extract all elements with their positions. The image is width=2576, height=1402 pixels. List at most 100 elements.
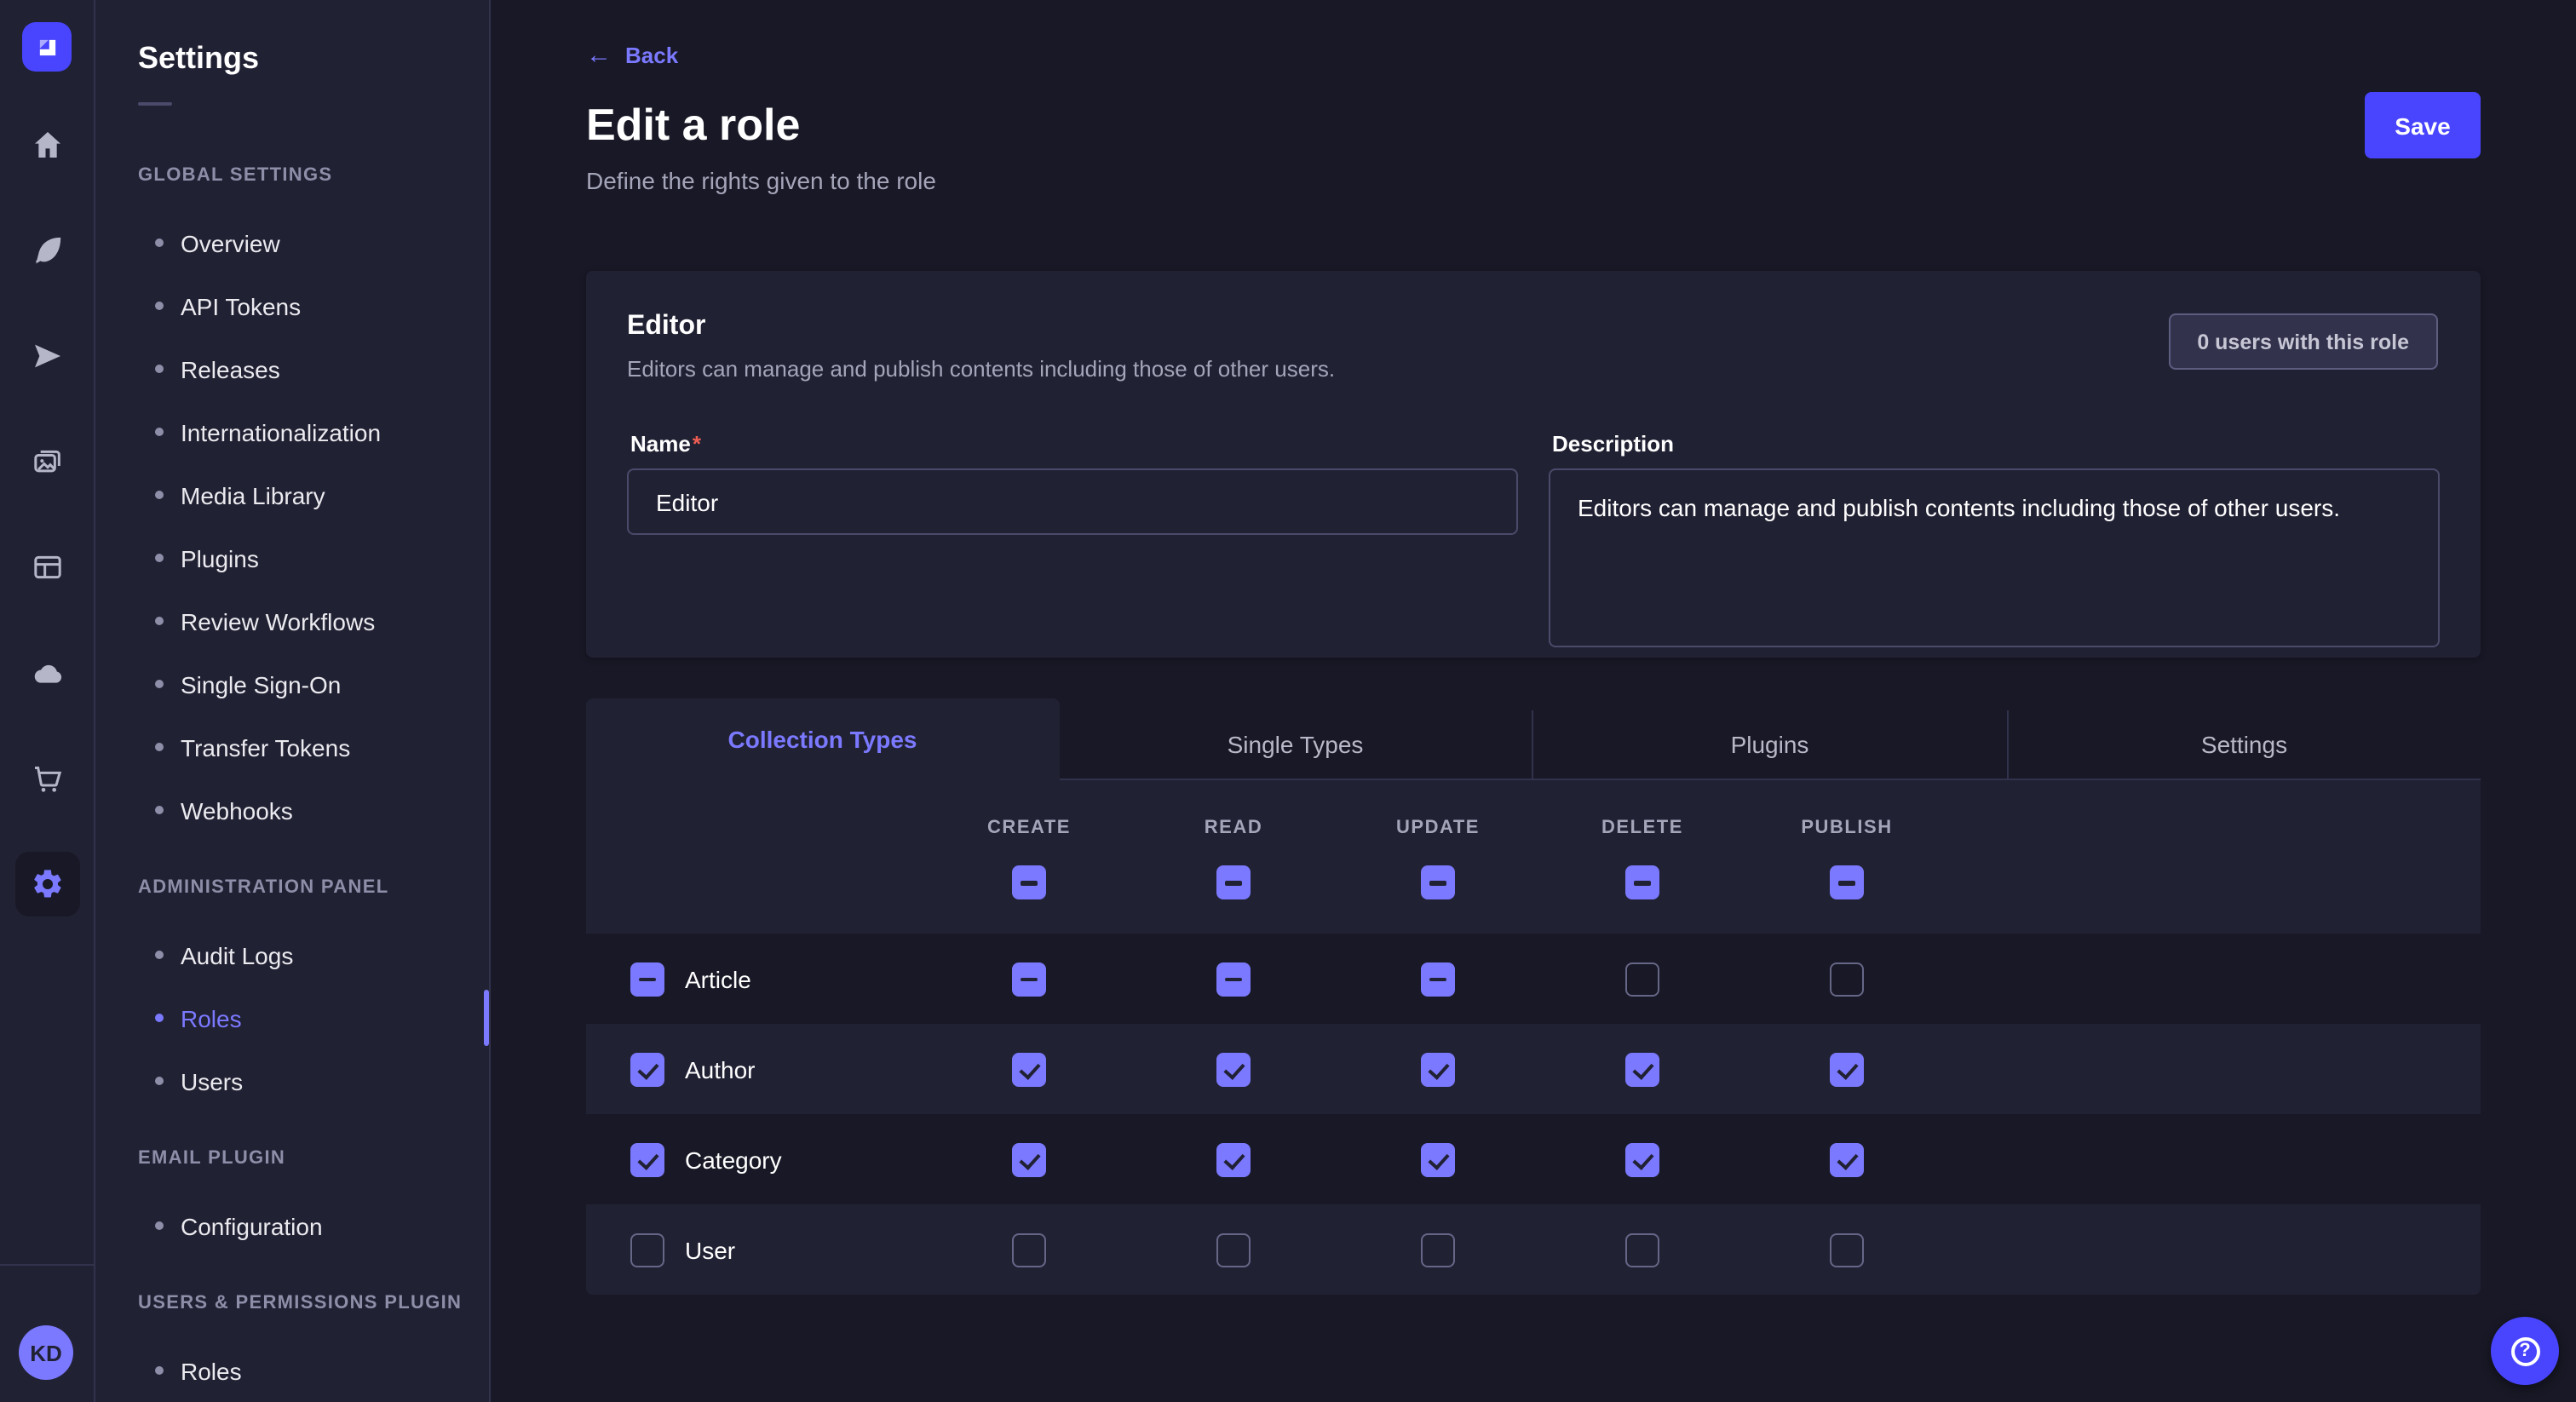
bullet-icon bbox=[155, 491, 164, 499]
back-link[interactable]: ← Back bbox=[586, 43, 678, 68]
checkbox-checked[interactable] bbox=[1216, 1142, 1251, 1176]
sidebar-nav: GLOBAL SETTINGSOverviewAPI TokensRelease… bbox=[95, 129, 489, 1402]
checkbox-unchecked[interactable] bbox=[630, 1232, 664, 1267]
checkbox-checked[interactable] bbox=[630, 1142, 664, 1176]
checkbox-unchecked[interactable] bbox=[1012, 1232, 1046, 1267]
checkbox-checked[interactable] bbox=[1830, 1142, 1864, 1176]
app-root: KD Settings GLOBAL SETTINGSOverviewAPI T… bbox=[0, 0, 2576, 1402]
checkbox-checked[interactable] bbox=[630, 1052, 664, 1086]
sidebar-item-label: Releases bbox=[181, 355, 280, 382]
sidebar-item-label: Roles bbox=[181, 1004, 242, 1031]
checkbox-checked[interactable] bbox=[1421, 1142, 1455, 1176]
bullet-icon bbox=[155, 1366, 164, 1375]
sidebar-item-releases[interactable]: Releases bbox=[95, 337, 489, 400]
checkbox-indeterminate[interactable] bbox=[630, 962, 664, 996]
checkbox-indeterminate[interactable] bbox=[1012, 962, 1046, 996]
permissions-section: Collection TypesSingle TypesPluginsSetti… bbox=[586, 698, 2481, 1295]
row-label: Category bbox=[685, 1146, 782, 1173]
checkbox-unchecked[interactable] bbox=[1625, 962, 1659, 996]
tab-settings[interactable]: Settings bbox=[2006, 710, 2481, 780]
layout-icon[interactable] bbox=[14, 535, 79, 600]
permission-row-user: User bbox=[586, 1204, 2481, 1295]
media-library-icon[interactable] bbox=[14, 429, 79, 494]
checkbox-checked[interactable] bbox=[1830, 1052, 1864, 1086]
page-subtitle: Define the rights given to the role bbox=[586, 167, 936, 194]
bullet-icon bbox=[155, 1221, 164, 1230]
checkbox-indeterminate[interactable] bbox=[1216, 865, 1251, 899]
sidebar-item-configuration[interactable]: Configuration bbox=[95, 1194, 489, 1257]
checkbox-unchecked[interactable] bbox=[1421, 1232, 1455, 1267]
checkbox-indeterminate[interactable] bbox=[1012, 865, 1046, 899]
back-label: Back bbox=[625, 43, 678, 68]
role-details-card: Editor Editors can manage and publish co… bbox=[586, 271, 2481, 658]
bullet-icon bbox=[155, 743, 164, 751]
sidebar-item-label: Roles bbox=[181, 1357, 242, 1384]
checkbox-unchecked[interactable] bbox=[1830, 962, 1864, 996]
column-header-publish: PUBLISH bbox=[1745, 818, 1949, 838]
sidebar-item-overview[interactable]: Overview bbox=[95, 211, 489, 274]
sidebar-item-label: Review Workflows bbox=[181, 607, 375, 635]
sidebar-section-header-administration-panel: ADMINISTRATION PANEL bbox=[138, 876, 489, 899]
strapi-logo[interactable] bbox=[22, 22, 72, 72]
marketplace-cart-icon[interactable] bbox=[14, 746, 79, 811]
checkbox-unchecked[interactable] bbox=[1625, 1232, 1659, 1267]
checkbox-checked[interactable] bbox=[1625, 1142, 1659, 1176]
content-manager-feather-icon[interactable] bbox=[14, 218, 79, 283]
checkbox-indeterminate[interactable] bbox=[1421, 865, 1455, 899]
permission-row-author: Author bbox=[586, 1024, 2481, 1114]
sidebar-item-single-sign-on[interactable]: Single Sign-On bbox=[95, 652, 489, 715]
sidebar-item-media-library[interactable]: Media Library bbox=[95, 463, 489, 526]
user-avatar[interactable]: KD bbox=[19, 1325, 73, 1380]
permissions-tabs: Collection TypesSingle TypesPluginsSetti… bbox=[586, 698, 2481, 780]
name-label: Name* bbox=[630, 431, 1518, 457]
checkbox-checked[interactable] bbox=[1012, 1052, 1046, 1086]
sidebar-item-review-workflows[interactable]: Review Workflows bbox=[95, 589, 489, 652]
sidebar-item-api-tokens[interactable]: API Tokens bbox=[95, 274, 489, 337]
sidebar-item-roles[interactable]: Roles bbox=[95, 1339, 489, 1402]
help-button[interactable]: ? bbox=[2491, 1317, 2559, 1385]
role-description-text: Editors can manage and publish contents … bbox=[627, 356, 1335, 382]
column-header-create: CREATE bbox=[927, 818, 1131, 838]
sidebar-item-users[interactable]: Users bbox=[95, 1049, 489, 1112]
users-with-role-badge[interactable]: 0 users with this role bbox=[2168, 313, 2438, 370]
name-input[interactable] bbox=[627, 468, 1518, 535]
save-button[interactable]: Save bbox=[2365, 92, 2481, 158]
cloud-icon[interactable] bbox=[14, 641, 79, 705]
row-label: User bbox=[685, 1236, 735, 1263]
sidebar-item-internationalization[interactable]: Internationalization bbox=[95, 400, 489, 463]
checkbox-indeterminate[interactable] bbox=[1421, 962, 1455, 996]
sidebar-item-audit-logs[interactable]: Audit Logs bbox=[95, 923, 489, 986]
checkbox-indeterminate[interactable] bbox=[1830, 865, 1864, 899]
settings-gear-icon[interactable] bbox=[14, 852, 79, 916]
bullet-icon bbox=[155, 806, 164, 814]
checkbox-indeterminate[interactable] bbox=[1625, 865, 1659, 899]
permissions-header: CREATEREADUPDATEDELETEPUBLISH bbox=[586, 780, 2481, 934]
sidebar-item-plugins[interactable]: Plugins bbox=[95, 526, 489, 589]
sidebar-item-transfer-tokens[interactable]: Transfer Tokens bbox=[95, 715, 489, 779]
rail-divider bbox=[0, 1264, 94, 1266]
sidebar-item-webhooks[interactable]: Webhooks bbox=[95, 779, 489, 842]
home-icon[interactable] bbox=[14, 112, 79, 177]
tab-plugins[interactable]: Plugins bbox=[1532, 710, 2006, 780]
checkbox-unchecked[interactable] bbox=[1830, 1232, 1864, 1267]
sidebar-item-roles[interactable]: Roles bbox=[95, 986, 489, 1049]
nav-rail: KD bbox=[0, 0, 95, 1402]
checkbox-checked[interactable] bbox=[1012, 1142, 1046, 1176]
tab-collection-types[interactable]: Collection Types bbox=[586, 698, 1059, 780]
row-label: Article bbox=[685, 965, 751, 992]
bullet-icon bbox=[155, 1014, 164, 1022]
tab-single-types[interactable]: Single Types bbox=[1059, 710, 1532, 780]
checkbox-checked[interactable] bbox=[1421, 1052, 1455, 1086]
checkbox-checked[interactable] bbox=[1216, 1052, 1251, 1086]
checkbox-indeterminate[interactable] bbox=[1216, 962, 1251, 996]
name-field-group: Name* bbox=[627, 407, 1518, 656]
bullet-icon bbox=[155, 617, 164, 625]
bullet-icon bbox=[155, 302, 164, 310]
page-title: Edit a role bbox=[586, 99, 800, 152]
checkbox-checked[interactable] bbox=[1625, 1052, 1659, 1086]
paper-plane-icon[interactable] bbox=[14, 324, 79, 388]
description-textarea[interactable]: Editors can manage and publish contents … bbox=[1549, 468, 2440, 647]
checkbox-unchecked[interactable] bbox=[1216, 1232, 1251, 1267]
question-icon: ? bbox=[2510, 1336, 2539, 1365]
permissions-panel: CREATEREADUPDATEDELETEPUBLISH Article Aut… bbox=[586, 780, 2481, 1295]
